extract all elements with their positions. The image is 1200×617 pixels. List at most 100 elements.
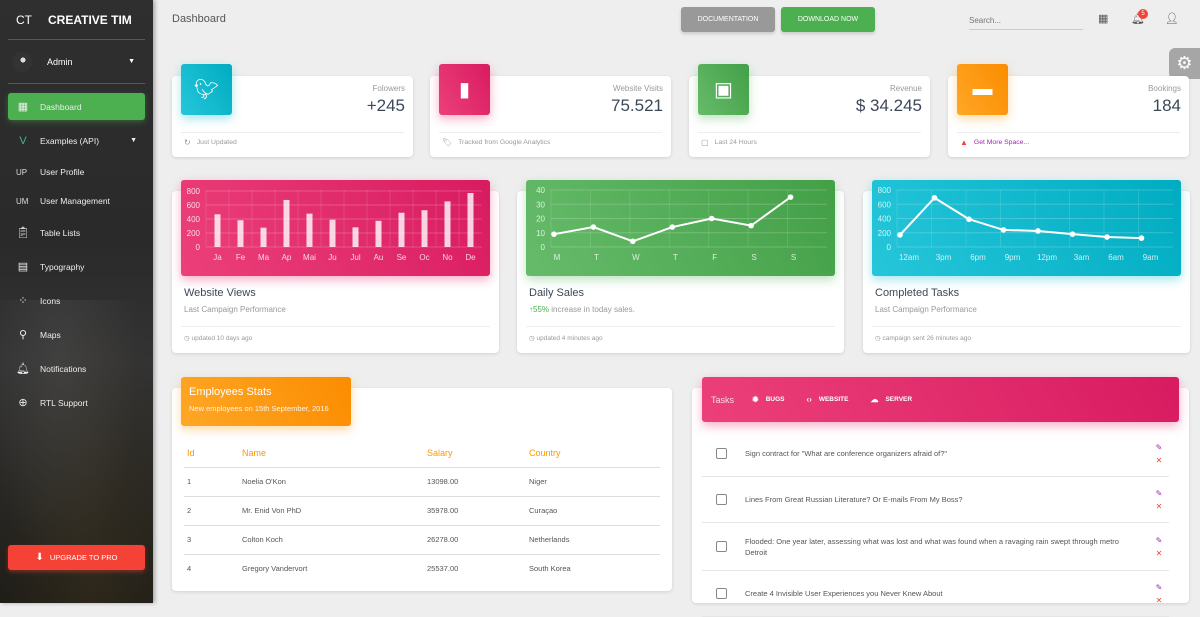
stat-footer: 🏷︎Tracked from Google Analytics [442,138,550,147]
settings-gear-icon[interactable]: ⚙ [1169,48,1200,79]
person-icon[interactable]: 👤︎ [1165,12,1179,25]
globe-icon: ⊕ [16,396,30,409]
data-point [1139,235,1145,241]
tab-server[interactable]: ☁SERVER [870,395,912,404]
edit-icon[interactable]: ✎ [1156,536,1163,545]
bar [330,220,336,247]
tab-label: WEBSITE [819,396,849,403]
sidebar-item-maps[interactable]: ⚲ Maps [8,321,145,348]
stat-category: Revenue [890,84,922,93]
sidebar-item-notifications[interactable]: 🔔︎ Notifications [8,355,145,382]
chart-card-website-views: 0200400600800JaFeMaApMaiJuJulAuSeOcNoDe … [172,191,499,353]
task-text: Lines From Great Russian Literature? Or … [745,494,1149,505]
sidebar-item-examples[interactable]: V Examples (API) ▼ [8,127,145,154]
divider [439,132,662,133]
bar [468,193,474,247]
col-id: Id [184,440,239,467]
y-tick-label: 400 [187,215,201,224]
tab-bugs[interactable]: ✹BUGS [752,395,784,404]
caret-down-icon: ▼ [128,58,135,65]
x-tick-label: Fe [236,253,246,262]
chart-title: Completed Tasks [875,287,959,299]
chart-subtitle: Last Campaign Performance [184,305,286,314]
sidebar-item-user-profile[interactable]: UP User Profile [8,161,145,183]
edit-icon[interactable]: ✎ [1156,583,1163,592]
bar [238,220,244,247]
edit-icon[interactable]: ✎ [1156,443,1163,452]
increase-percent: 55% [533,305,549,314]
cell-salary: 35978.00 [424,496,526,525]
y-tick-label: 40 [536,186,545,195]
bar [399,213,405,247]
stat-footer-text: Last 24 Hours [715,139,757,146]
close-icon[interactable]: ✕ [1156,456,1163,465]
sidebar-item-label: Typography [40,262,84,272]
sidebar-item-rtl-support[interactable]: ⊕ RTL Support [8,389,145,416]
divider [957,132,1180,133]
get-more-space-link[interactable]: Get More Space... [974,139,1029,146]
data-point [1001,227,1007,233]
sidebar-item-icons[interactable]: ⁘ Icons [8,287,145,314]
stat-footer[interactable]: ▲Get More Space... [960,138,1029,147]
y-tick-label: 0 [196,243,201,252]
user-menu[interactable]: Admin ▼ [8,40,145,84]
x-tick-label: M [554,253,561,262]
bar [307,214,313,247]
task-checkbox[interactable] [716,541,727,552]
bar [215,214,221,247]
x-tick-label: No [442,253,453,262]
cell-country: Niger [526,467,660,496]
cell-id: 2 [184,496,239,525]
sidebar-item-label: User Management [40,196,110,206]
edit-icon[interactable]: ✎ [1156,489,1163,498]
close-icon[interactable]: ✕ [1156,502,1163,511]
main-panel: Dashboard DOCUMENTATION DOWNLOAD NOW ▦ 🔔… [153,0,1200,603]
y-tick-label: 800 [878,186,892,195]
tab-website[interactable]: ‹›WEBSITE [807,395,849,404]
bell-icon: 🔔︎ [16,362,30,375]
sidebar-item-dashboard[interactable]: ▦ Dashboard [8,93,145,120]
chart-card-daily-sales: 010203040MTWTFSS Daily Sales ↑55% increa… [517,191,844,353]
stat-value: 75.521 [611,96,663,116]
divider [181,326,490,327]
data-point [630,239,636,245]
close-icon[interactable]: ✕ [1156,549,1163,558]
cell-id: 4 [184,554,239,583]
logo-text: CREATIVE TIM [48,13,132,27]
cell-name: Mr. Enid Von PhD [239,496,424,525]
documentation-button[interactable]: DOCUMENTATION [681,7,775,32]
dashboard-icon[interactable]: ▦ [1098,12,1108,25]
y-tick-label: 200 [878,229,892,238]
task-checkbox[interactable] [716,494,727,505]
subtitle-text: increase in today sales. [551,305,635,314]
stat-card-bookings: ▬ Bookings 184 ▲Get More Space... [948,76,1189,157]
clipboard-icon: 📋︎ [16,226,30,239]
task-actions: ✎✕ [1149,443,1169,465]
stat-category: Folowers [373,84,405,93]
y-tick-label: 10 [536,229,545,238]
search-input[interactable] [969,12,1083,30]
store-icon: ▣ [698,64,749,115]
sidebar-item-user-management[interactable]: UM User Management [8,190,145,212]
cell-id: 3 [184,525,239,554]
bubble-chart-icon: ⁘ [16,294,30,307]
upgrade-to-pro-button[interactable]: ⬇ UPGRADE TO PRO [8,545,145,570]
data-point [788,194,794,200]
logo[interactable]: CT CREATIVE TIM [8,0,145,40]
stat-value: 184 [1153,96,1181,116]
data-point [932,195,938,201]
task-checkbox[interactable] [716,588,727,599]
table-row: 2Mr. Enid Von PhD35978.00Curaçao [184,496,660,525]
col-country: Country [526,440,660,467]
stat-footer: ↻Just Updated [184,138,237,147]
close-icon[interactable]: ✕ [1156,596,1163,605]
x-tick-label: 12pm [1037,253,1057,262]
sidebar-item-typography[interactable]: ▤ Typography [8,253,145,280]
download-now-button[interactable]: DOWNLOAD NOW [781,7,875,32]
bar-chart-icon: ▮ [439,64,490,115]
logo-mini: CT [16,13,40,27]
task-checkbox[interactable] [716,448,727,459]
sidebar-item-table-lists[interactable]: 📋︎ Table Lists [8,219,145,246]
employees-subtitle: New employees on 15th September, 2016 [189,404,343,413]
chart-footer: ◷ updated 10 days ago [184,334,252,342]
